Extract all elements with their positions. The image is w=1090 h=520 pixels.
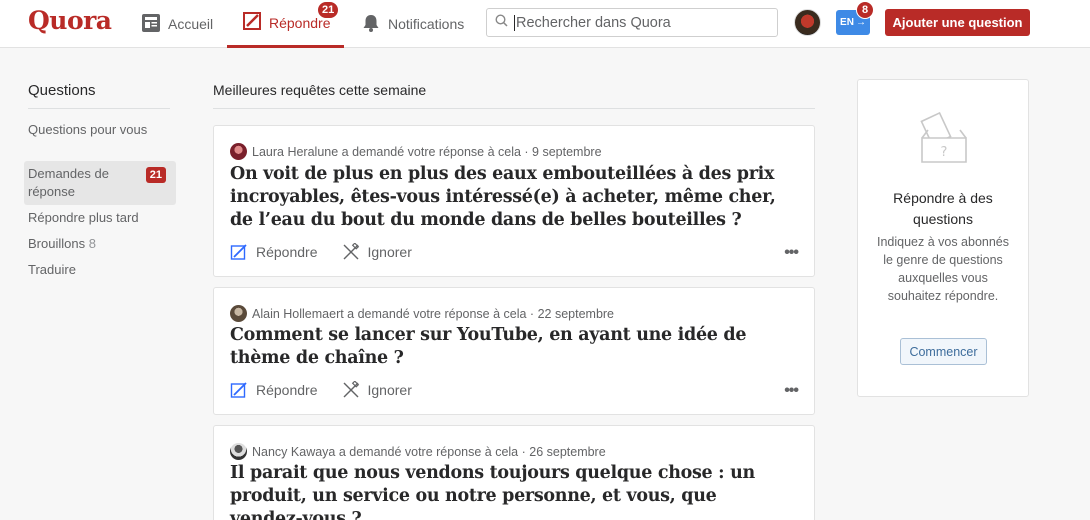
pencil-icon [242,11,262,34]
more-options-icon[interactable]: ••• [784,382,799,400]
question-actions: Répondre Ignorer [230,243,436,261]
language-label: EN [840,17,854,28]
ignore-button[interactable]: Ignorer [342,381,412,399]
asker-text: Nancy Kawaya a demandé votre réponse à c… [252,444,606,459]
panel-title: Répondre à des questions [893,190,993,227]
sidebar-item-questions-for-you[interactable]: Questions pour vous [24,121,176,139]
feed-title: Meilleures requêtes cette semaine [213,82,427,98]
asker-avatar[interactable] [230,443,247,460]
requests-count-badge: 21 [145,167,166,183]
nav-notifications-label: Notifications [388,16,465,32]
sidebar-item-label: Demandes de réponse [28,166,109,199]
more-options-icon[interactable]: ••• [784,244,799,262]
ignore-label: Ignorer [367,244,412,260]
asker-text: Alain Hollemaert a demandé votre réponse… [252,306,615,321]
sidebar-item-label: Traduire [28,262,76,277]
sidebar-item-label: Brouillons [28,236,86,251]
question-title[interactable]: Comment se lancer sur YouTube, en ayant … [230,324,782,370]
sidebar-item-translate[interactable]: Traduire [24,261,176,279]
asker-text: Laura Heralune a demandé votre réponse à… [252,144,602,159]
nav-home-label: Accueil [168,16,214,32]
asker-avatar[interactable] [230,143,247,160]
top-navigation-bar: Quora Accueil Répondre 21 Notifications … [0,0,1090,48]
answer-label: Répondre [256,244,318,260]
sidebar-divider [28,108,170,109]
search-icon [495,13,508,32]
ignore-button[interactable]: Ignorer [342,243,412,261]
question-box-icon: ? [918,111,970,171]
sidebar-item-answer-requests[interactable]: Demandes de réponse 21 [24,161,176,205]
search-input[interactable] [514,14,764,31]
sidebar-item-label: Questions pour vous [28,122,148,137]
bell-icon [361,13,381,36]
sidebar-item-label: Répondre plus tard [28,210,139,225]
question-title[interactable]: On voit de plus en plus des eaux emboute… [230,163,782,232]
sidebar-item-answer-later[interactable]: Répondre plus tard [24,209,176,227]
drafts-count: 8 [88,236,96,251]
search-box[interactable] [486,8,778,37]
asker-line: Nancy Kawaya a demandé votre réponse à c… [230,443,606,460]
pencil-icon [230,244,247,260]
answer-label: Répondre [256,382,318,398]
quora-logo[interactable]: Quora [28,6,112,35]
news-feed-icon [141,13,161,36]
pass-icon [343,381,359,398]
language-badge: 8 [856,1,874,19]
answer-button[interactable]: Répondre [230,243,318,261]
nav-notifications[interactable]: Notifications [361,0,464,48]
answer-questions-panel: ? Répondre à des questions Indiquez à vo… [857,79,1029,397]
sidebar-item-drafts[interactable]: Brouillons 8 [24,235,176,253]
question-card: Laura Heralune a demandé votre réponse à… [213,125,815,277]
asker-line: Laura Heralune a demandé votre réponse à… [230,143,602,160]
question-card: Nancy Kawaya a demandé votre réponse à c… [213,425,815,520]
answer-count-badge: 21 [317,1,340,19]
panel-description: Indiquez à vos abonnés le genre de quest… [876,235,1010,303]
start-button[interactable]: Commencer [900,338,987,365]
sidebar-title: Questions [28,82,96,99]
svg-text:?: ? [941,145,948,160]
answer-button[interactable]: Répondre [230,381,318,399]
pass-icon [343,243,359,260]
feed-divider [213,108,815,109]
asker-line: Alain Hollemaert a demandé votre réponse… [230,305,614,322]
user-avatar[interactable] [794,9,821,36]
ignore-label: Ignorer [367,382,412,398]
question-title[interactable]: Il parait que nous vendons toujours quel… [230,462,782,520]
question-card: Alain Hollemaert a demandé votre réponse… [213,287,815,415]
asker-avatar[interactable] [230,305,247,322]
add-question-button[interactable]: Ajouter une question [885,9,1030,36]
question-actions: Répondre Ignorer [230,381,436,399]
pencil-icon [230,382,247,398]
nav-home[interactable]: Accueil [141,0,213,48]
